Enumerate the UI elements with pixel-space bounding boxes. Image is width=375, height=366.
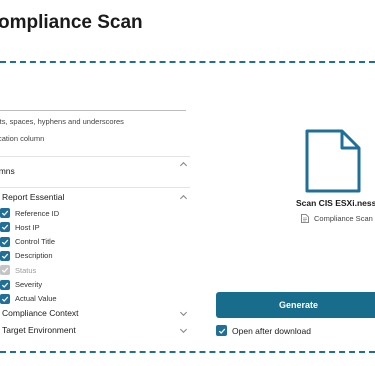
dashed-divider-top	[0, 61, 375, 63]
column-checkbox[interactable]	[0, 236, 10, 247]
compliance-context-header[interactable]: Compliance Context	[0, 306, 189, 320]
target-environment-header[interactable]: Target Environment	[0, 323, 189, 337]
column-checkbox-label: Host IP	[15, 222, 40, 232]
file-small-icon	[301, 214, 309, 223]
column-checkbox-label: Description	[15, 251, 53, 261]
name-input[interactable]	[0, 84, 186, 111]
open-after-download-row[interactable]: Open after download	[216, 325, 311, 336]
compliance-context-title: Compliance Context	[2, 308, 79, 318]
column-checkbox-label: Control Title	[15, 237, 56, 247]
name-hint: its, spaces, hyphens and underscores	[0, 117, 124, 126]
column-checkbox-label: Status	[15, 265, 37, 275]
chevron-down-icon[interactable]	[177, 324, 189, 336]
columns-section-header[interactable]: umns	[0, 157, 189, 176]
report-essential-item[interactable]: Severity	[0, 279, 42, 291]
columns-section-title: umns	[0, 166, 15, 176]
column-checkbox[interactable]	[0, 279, 10, 290]
column-checkbox[interactable]	[0, 293, 10, 304]
report-essential-item[interactable]: Control Title	[0, 236, 55, 248]
dashed-divider-bottom	[0, 351, 375, 353]
column-checkbox[interactable]	[0, 222, 10, 233]
file-name: Scan CIS ESXi.nessus	[296, 198, 375, 208]
chevron-down-icon[interactable]	[177, 307, 189, 319]
report-essential-item[interactable]: Actual Value	[0, 293, 57, 305]
chevron-up-icon[interactable]	[177, 158, 189, 170]
report-essential-item[interactable]: Status	[0, 264, 36, 276]
column-checkbox[interactable]	[0, 250, 10, 261]
column-checkbox-label: Reference ID	[15, 208, 60, 218]
location-label: cation column	[0, 134, 45, 143]
report-essential-item[interactable]: Reference ID	[0, 207, 59, 219]
open-after-download-label: Open after download	[232, 325, 311, 336]
file-type: Compliance Scan	[314, 214, 373, 223]
column-checkbox-label: Actual Value	[15, 294, 57, 304]
column-checkbox-label: Severity	[15, 280, 43, 289]
document-icon	[304, 129, 362, 193]
open-after-download-checkbox[interactable]	[216, 325, 227, 336]
report-essential-header[interactable]: Report Essential	[0, 190, 189, 204]
column-checkbox[interactable]	[0, 208, 10, 218]
generate-button[interactable]: Generate	[216, 292, 375, 318]
page-title: ompliance Scan	[0, 12, 143, 33]
report-essential-title: Report Essential	[2, 192, 65, 202]
target-environment-title: Target Environment	[2, 325, 76, 335]
report-essential-item[interactable]: Host IP	[0, 221, 40, 233]
report-essential-item[interactable]: Description	[0, 250, 53, 262]
divider	[0, 187, 190, 188]
chevron-up-icon[interactable]	[177, 191, 189, 203]
column-checkbox	[0, 265, 10, 276]
file-type-row: Compliance Scan	[301, 214, 373, 223]
